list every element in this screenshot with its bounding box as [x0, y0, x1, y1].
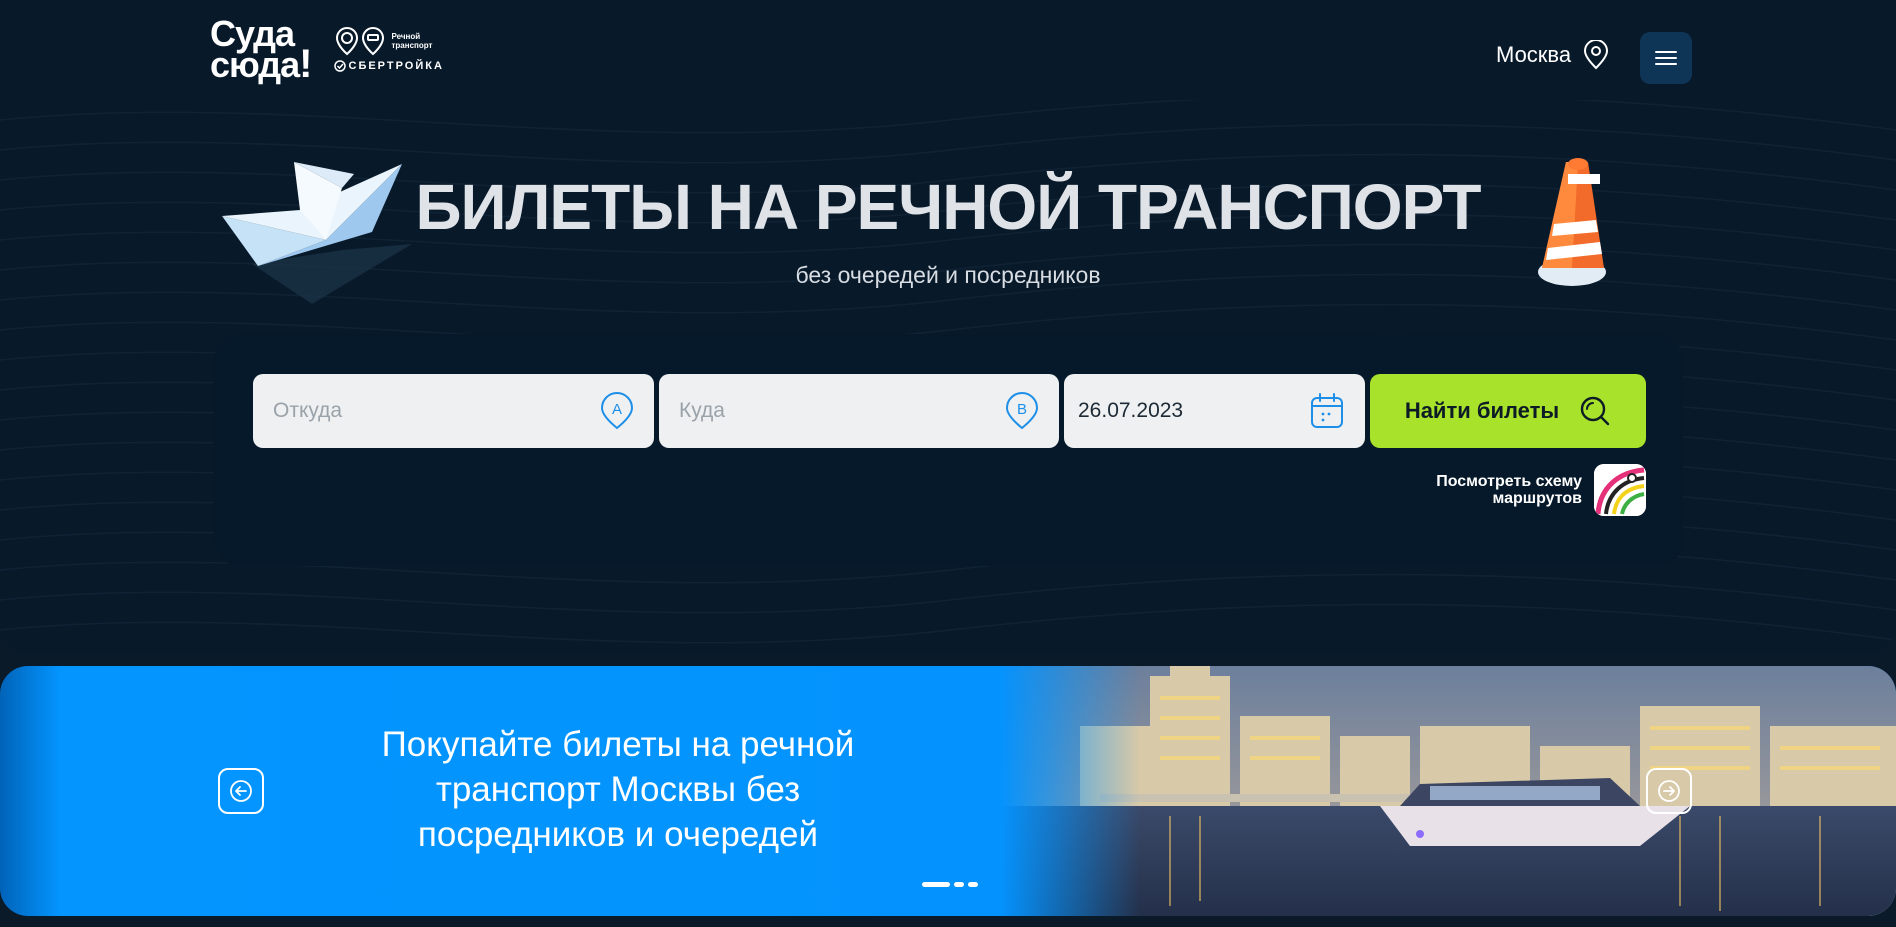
- route-scheme-link[interactable]: Посмотреть схему маршрутов: [1422, 464, 1646, 516]
- carousel-dot[interactable]: [968, 882, 978, 887]
- search-icon: [1580, 396, 1610, 426]
- svg-text:B: B: [1017, 401, 1027, 418]
- banner-photo-fade: [1000, 666, 1896, 916]
- carousel-dots: [922, 882, 978, 887]
- point-a-icon: A: [600, 392, 634, 430]
- hero-section: Суда сюда! Речной транспорт СБЕРТРОЙКА М…: [0, 0, 1896, 654]
- logo[interactable]: Суда сюда! Речной транспорт СБЕРТРОЙКА: [210, 16, 444, 85]
- from-input[interactable]: [273, 399, 573, 423]
- arrow-right-icon: [1658, 780, 1680, 802]
- sber-text: СБЕРТРОЙКА: [348, 60, 444, 72]
- carousel-next-button[interactable]: [1646, 768, 1692, 814]
- logo-wordmark: Суда сюда!: [210, 16, 313, 85]
- city-selector[interactable]: Москва: [1496, 40, 1609, 70]
- carousel-dot[interactable]: [954, 882, 964, 887]
- svg-text:A: A: [612, 401, 622, 418]
- logo-line2: сюда: [210, 44, 300, 85]
- to-input[interactable]: [679, 399, 979, 423]
- arrow-left-icon: [230, 780, 252, 802]
- route-scheme-label: Посмотреть схему маршрутов: [1436, 473, 1582, 507]
- route-map-icon: [1594, 464, 1646, 516]
- partner-logo: Речной транспорт СБЕРТРОЙКА: [333, 26, 444, 72]
- sber-logo: СБЕРТРОЙКА: [333, 60, 444, 72]
- find-tickets-button[interactable]: Найти билеты: [1370, 374, 1646, 448]
- find-tickets-label: Найти билеты: [1404, 398, 1560, 423]
- buoy-illustration: [1538, 158, 1606, 286]
- to-field[interactable]: B: [659, 374, 1059, 448]
- city-name: Москва: [1496, 42, 1572, 67]
- point-b-icon: B: [1005, 392, 1039, 430]
- site-header: Суда сюда! Речной транспорт СБЕРТРОЙКА М…: [0, 0, 1896, 110]
- menu-button[interactable]: [1640, 32, 1692, 84]
- carousel-prev-button[interactable]: [218, 768, 264, 814]
- hamburger-icon: [1655, 51, 1677, 65]
- location-pin-icon: [1584, 40, 1609, 70]
- river-transport-icon: [335, 27, 384, 56]
- carousel-dot[interactable]: [922, 882, 950, 887]
- sber-check-icon: [333, 60, 346, 72]
- promo-banner: Покупайте билеты на речной транспорт Мос…: [0, 666, 1896, 916]
- partner-river-text: Речной транспорт: [391, 32, 433, 50]
- logo-bang: !: [299, 42, 312, 86]
- calendar-icon: [1311, 393, 1343, 428]
- date-value: 26.07.2023: [1078, 399, 1184, 422]
- date-field[interactable]: 26.07.2023: [1064, 374, 1365, 448]
- banner-headline: Покупайте билеты на речной транспорт Мос…: [381, 725, 855, 854]
- from-field[interactable]: A: [253, 374, 654, 448]
- search-panel: A B 26.07.2023 Найти билеты: [214, 334, 1683, 566]
